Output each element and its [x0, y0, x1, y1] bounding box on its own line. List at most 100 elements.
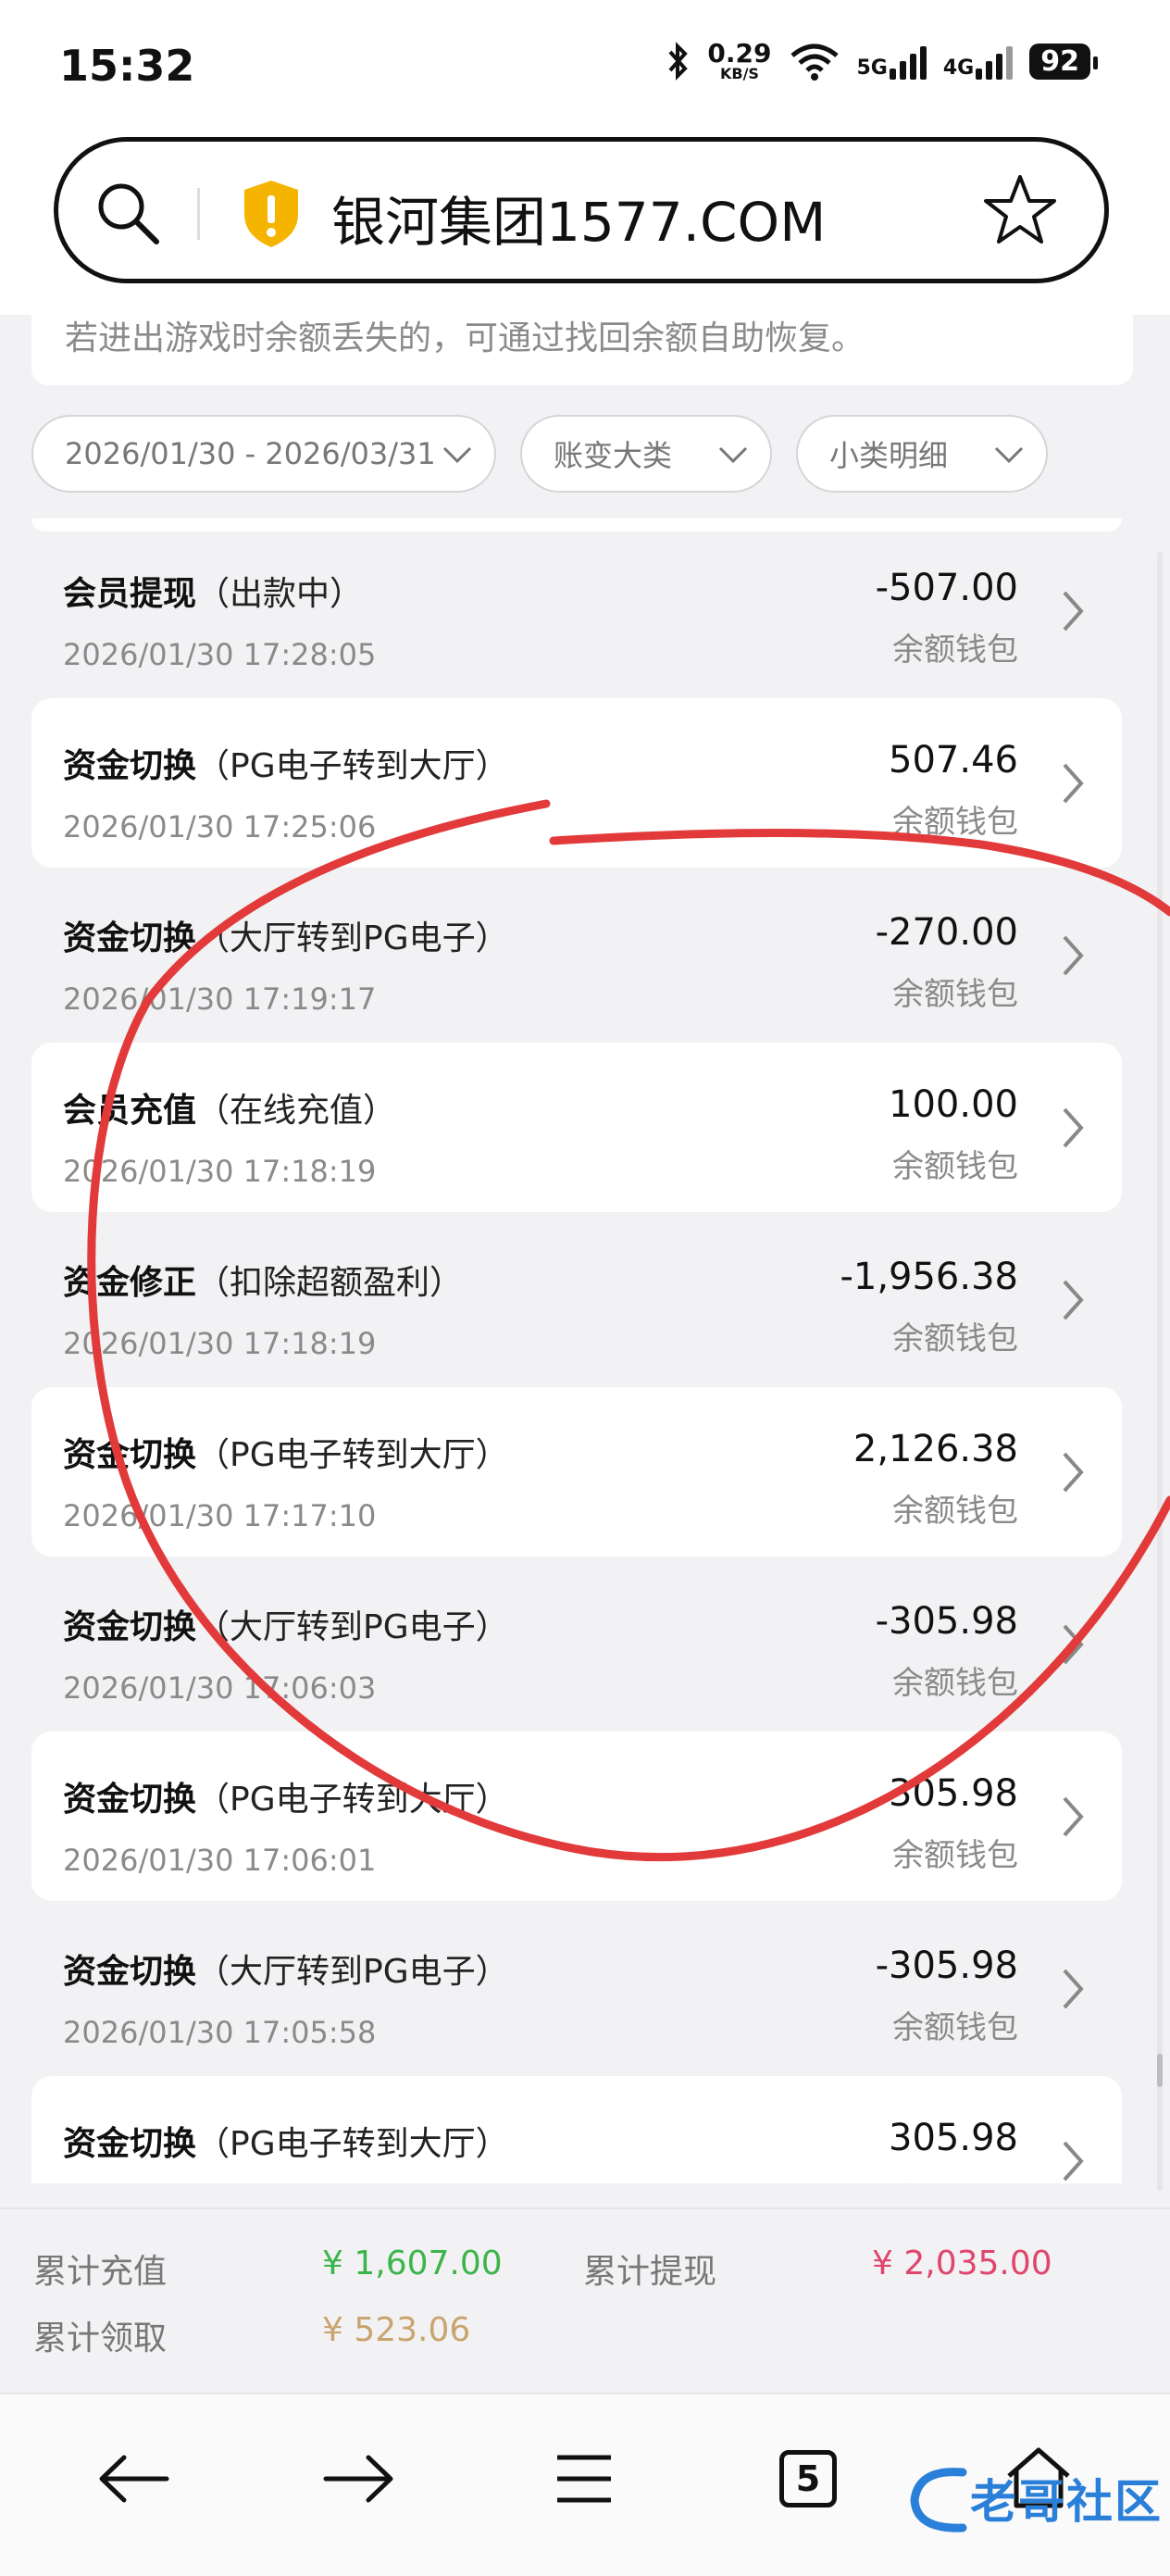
total-withdraw-label: 累计提现	[583, 2253, 717, 2291]
total-claim-label: 累计领取	[33, 2320, 168, 2357]
transaction-amount: 305.98	[889, 2117, 1018, 2159]
chevron-right-icon[interactable]	[1059, 1620, 1087, 1669]
transaction-wallet: 余额钱包	[892, 1148, 1018, 1185]
notice-text: 若进出游戏时余额丢失的，可通过找回余额自助恢复。	[65, 319, 865, 357]
transaction-row[interactable]: 会员充值（在线充值） 2026/01/30 17:18:19 100.00 余额…	[31, 1043, 1122, 1212]
clock: 15:32	[59, 41, 195, 91]
transaction-amount: -507.00	[875, 567, 1018, 609]
transaction-amount: 305.98	[889, 1772, 1018, 1815]
forward-arrow-icon[interactable]	[320, 2450, 396, 2507]
transaction-title: 资金切换（PG电子转到大厅）	[63, 2125, 509, 2163]
category-label: 账变大类	[554, 438, 673, 473]
status-bar: 15:32 0.29 KB/S 5G 4G 92	[0, 0, 1170, 130]
chevron-down-icon	[718, 446, 748, 464]
transaction-wallet: 余额钱包	[892, 804, 1018, 841]
chevron-down-icon	[994, 446, 1024, 464]
signal-5g: 5G	[857, 43, 927, 80]
transaction-wallet: 余额钱包	[892, 2174, 1018, 2183]
transaction-row[interactable]: 资金切换（大厅转到PG电子） 2026/01/30 17:05:58 -305.…	[31, 1904, 1122, 2073]
transaction-row[interactable]: 资金切换（PG电子转到大厅） 305.98 余额钱包	[31, 2076, 1122, 2183]
chevron-right-icon[interactable]	[1059, 759, 1087, 807]
transaction-date: 2026/01/30 17:17:10	[63, 1498, 377, 1533]
transaction-row[interactable]: 资金切换（大厅转到PG电子） 2026/01/30 17:19:17 -270.…	[31, 870, 1122, 1040]
chevron-right-icon[interactable]	[1059, 932, 1087, 980]
category-filter[interactable]: 账变大类	[520, 415, 772, 493]
transaction-row[interactable]: 资金修正（扣除超额盈利） 2026/01/30 17:18:19 -1,956.…	[31, 1215, 1122, 1384]
transaction-date: 2026/01/30 17:25:06	[63, 809, 377, 844]
transaction-amount: -270.00	[875, 911, 1018, 954]
transaction-row[interactable]: 资金切换（PG电子转到大厅） 2026/01/30 17:25:06 507.4…	[31, 698, 1122, 868]
transaction-wallet: 余额钱包	[892, 1320, 1018, 1357]
transaction-amount: -305.98	[875, 1600, 1018, 1643]
transaction-subtype: （PG电子转到大厅）	[196, 2125, 509, 2163]
menu-icon[interactable]	[554, 2450, 615, 2507]
back-arrow-icon[interactable]	[96, 2450, 172, 2507]
transaction-subtype: （大厅转到PG电子）	[196, 919, 509, 957]
chevron-right-icon[interactable]	[1059, 2137, 1087, 2183]
scrollbar-thumb[interactable]	[1157, 2054, 1163, 2087]
transaction-title: 资金修正（扣除超额盈利）	[63, 1264, 464, 1302]
chevron-right-icon[interactable]	[1059, 1965, 1087, 2013]
star-icon[interactable]	[980, 169, 1060, 249]
transaction-date: 2026/01/30 17:05:58	[63, 2015, 377, 2050]
divider	[197, 188, 200, 240]
transaction-subtype: （出款中）	[196, 575, 364, 613]
battery-icon: 92	[1029, 43, 1098, 80]
transaction-date: 2026/01/30 17:06:01	[63, 1843, 377, 1878]
chevron-right-icon[interactable]	[1059, 587, 1087, 635]
url-text[interactable]: 银河集团1577.COM	[331, 179, 826, 256]
chevron-right-icon[interactable]	[1059, 1793, 1087, 1841]
totals-panel: 累计充值 ¥ 1,607.00 累计提现 ¥ 2,035.00 累计领取 ¥ 5…	[0, 2207, 1170, 2395]
browser-toolbar: 银河集团1577.COM	[0, 130, 1170, 315]
transaction-subtype: （PG电子转到大厅）	[196, 747, 509, 785]
transaction-title: 资金切换（大厅转到PG电子）	[63, 919, 509, 957]
signal-bars-icon	[889, 43, 927, 80]
transaction-date: 2026/01/30 17:18:19	[63, 1326, 377, 1361]
transaction-row[interactable]: 会员提现（出款中） 2026/01/30 17:28:05 -507.00 余额…	[31, 526, 1122, 695]
transaction-title: 会员充值（在线充值）	[63, 1092, 397, 1130]
subcategory-filter[interactable]: 小类明细	[796, 415, 1048, 493]
wifi-icon	[790, 44, 839, 81]
chevron-right-icon[interactable]	[1059, 1448, 1087, 1496]
transaction-date: 2026/01/30 17:28:05	[63, 637, 377, 672]
chevron-down-icon	[442, 446, 472, 464]
transaction-wallet: 余额钱包	[892, 1493, 1018, 1530]
date-range-label: 2026/01/30 - 2026/03/31	[65, 436, 436, 471]
tabs-count-button[interactable]: 5	[779, 2450, 837, 2507]
total-withdraw-value: ¥ 2,035.00	[872, 2245, 1052, 2282]
subcategory-label: 小类明细	[829, 438, 949, 473]
watermark-swoosh-icon	[910, 2468, 967, 2532]
date-range-filter[interactable]: 2026/01/30 - 2026/03/31	[31, 415, 496, 493]
transaction-date: 2026/01/30 17:06:03	[63, 1670, 377, 1706]
transaction-amount: 507.46	[889, 739, 1018, 782]
address-bar[interactable]: 银河集团1577.COM	[54, 137, 1109, 283]
scrollbar[interactable]	[1157, 552, 1163, 2191]
transaction-subtype: （在线充值）	[196, 1092, 397, 1130]
transaction-list[interactable]: 会员提现（出款中） 2026/01/30 17:28:05 -507.00 余额…	[31, 526, 1122, 2183]
notice-card: 若进出游戏时余额丢失的，可通过找回余额自助恢复。	[31, 294, 1133, 385]
transaction-wallet: 余额钱包	[892, 2009, 1018, 2046]
signal-4g: 4G	[943, 43, 1014, 80]
transaction-subtype: （PG电子转到大厅）	[196, 1781, 509, 1819]
transaction-wallet: 余额钱包	[892, 1837, 1018, 1874]
transaction-subtype: （大厅转到PG电子）	[196, 1953, 509, 1991]
search-icon[interactable]	[93, 179, 164, 249]
watermark-text: 老哥社区	[970, 2475, 1163, 2529]
shield-warning-icon[interactable]	[239, 177, 304, 251]
chevron-right-icon[interactable]	[1059, 1104, 1087, 1152]
bluetooth-icon	[668, 42, 689, 81]
transaction-subtype: （大厅转到PG电子）	[196, 1608, 509, 1646]
transaction-row[interactable]: 资金切换（大厅转到PG电子） 2026/01/30 17:06:03 -305.…	[31, 1559, 1122, 1729]
transaction-amount: 100.00	[889, 1083, 1018, 1126]
chevron-right-icon[interactable]	[1059, 1276, 1087, 1324]
status-icons: 0.29 KB/S 5G 4G 92	[666, 41, 1098, 81]
transaction-row[interactable]: 资金切换（PG电子转到大厅） 2026/01/30 17:06:01 305.9…	[31, 1732, 1122, 1901]
transaction-row[interactable]: 资金切换（PG电子转到大厅） 2026/01/30 17:17:10 2,126…	[31, 1387, 1122, 1557]
transaction-amount: -1,956.38	[840, 1256, 1018, 1298]
transaction-title: 资金切换（PG电子转到大厅）	[63, 1436, 509, 1474]
signal-bars-icon	[976, 43, 1014, 80]
total-recharge-label: 累计充值	[33, 2253, 168, 2291]
transaction-date: 2026/01/30 17:18:19	[63, 1154, 377, 1189]
transaction-title: 资金切换（大厅转到PG电子）	[63, 1953, 509, 1991]
transaction-wallet: 余额钱包	[892, 976, 1018, 1013]
